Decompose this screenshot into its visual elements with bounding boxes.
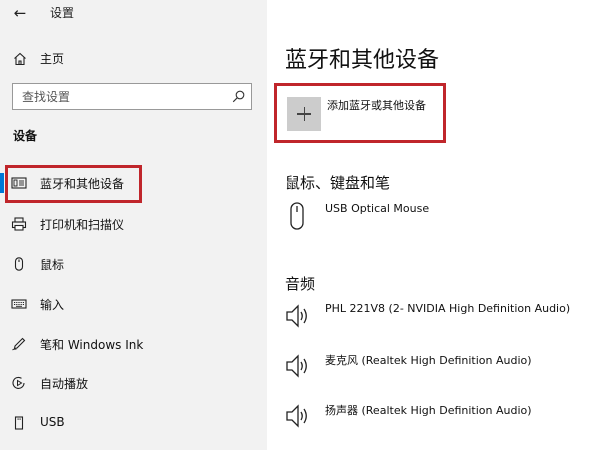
- active-indicator: [0, 173, 4, 193]
- speaker-icon: [286, 304, 307, 328]
- sidebar-item-autoplay[interactable]: 自动播放: [0, 363, 267, 403]
- sidebar-item-pen[interactable]: 笔和 Windows Ink: [0, 324, 267, 364]
- sidebar-item-label: 鼠标: [40, 258, 65, 272]
- page-title: 蓝牙和其他设备: [285, 48, 440, 73]
- mouse-icon: [14, 257, 24, 271]
- sidebar-item-label: 输入: [40, 298, 65, 312]
- section-label: 设备: [13, 129, 38, 143]
- back-arrow-icon[interactable]: ←: [8, 2, 32, 24]
- section-heading-mouse-keyboard-pen: 鼠标、键盘和笔: [285, 174, 391, 192]
- device-label: 麦克风 (Realtek High Definition Audio): [325, 354, 532, 367]
- bluetooth-devices-icon: [11, 177, 27, 189]
- autoplay-icon: [12, 376, 25, 389]
- sidebar-item-label: 笔和 Windows Ink: [40, 338, 144, 352]
- pen-icon: [12, 337, 26, 351]
- search-icon[interactable]: [232, 90, 245, 103]
- add-device-button[interactable]: 添加蓝牙或其他设备: [285, 92, 440, 138]
- section-heading-audio: 音频: [285, 275, 316, 293]
- sidebar-item-input[interactable]: 输入: [0, 284, 267, 324]
- sidebar-item-home[interactable]: 主页: [0, 45, 267, 73]
- usb-icon: [14, 416, 24, 430]
- device-label: PHL 221V8 (2- NVIDIA High Definition Aud…: [325, 302, 571, 315]
- search-input[interactable]: [13, 84, 223, 109]
- sidebar-item-mouse[interactable]: 鼠标: [0, 244, 267, 284]
- device-item-phl-audio[interactable]: PHL 221V8 (2- NVIDIA High Definition Aud…: [285, 301, 595, 335]
- device-item-microphone[interactable]: 麦克风 (Realtek High Definition Audio): [285, 351, 595, 385]
- sidebar-item-usb[interactable]: USB: [0, 403, 267, 443]
- plus-icon: [287, 97, 321, 131]
- speaker-icon: [286, 404, 307, 428]
- sidebar: ← 设置 主页 设备 蓝牙和其他设备: [0, 0, 267, 450]
- device-item-speaker[interactable]: 扬声器 (Realtek High Definition Audio): [285, 401, 595, 435]
- add-device-label: 添加蓝牙或其他设备: [327, 99, 426, 112]
- sidebar-item-label: 主页: [40, 52, 65, 66]
- title-bar: ← 设置: [0, 0, 267, 28]
- keyboard-icon: [11, 299, 27, 309]
- device-label: USB Optical Mouse: [325, 202, 430, 215]
- search-box: [12, 83, 252, 110]
- sidebar-item-label: 蓝牙和其他设备: [40, 177, 125, 191]
- device-item-usb-mouse[interactable]: USB Optical Mouse: [285, 201, 595, 235]
- sidebar-item-label: 打印机和扫描仪: [40, 218, 125, 232]
- sidebar-item-label: USB: [40, 415, 65, 429]
- sidebar-item-bluetooth[interactable]: 蓝牙和其他设备: [0, 163, 267, 203]
- mouse-icon: [290, 202, 304, 230]
- main-content: 蓝牙和其他设备 添加蓝牙或其他设备 鼠标、键盘和笔 USB Optical Mo…: [267, 0, 600, 450]
- window-title: 设置: [50, 6, 75, 20]
- device-label: 扬声器 (Realtek High Definition Audio): [325, 404, 532, 417]
- home-icon: [14, 52, 26, 66]
- sidebar-item-label: 自动播放: [40, 377, 89, 391]
- speaker-icon: [286, 354, 307, 378]
- printer-icon: [11, 217, 27, 231]
- sidebar-item-printers[interactable]: 打印机和扫描仪: [0, 204, 267, 244]
